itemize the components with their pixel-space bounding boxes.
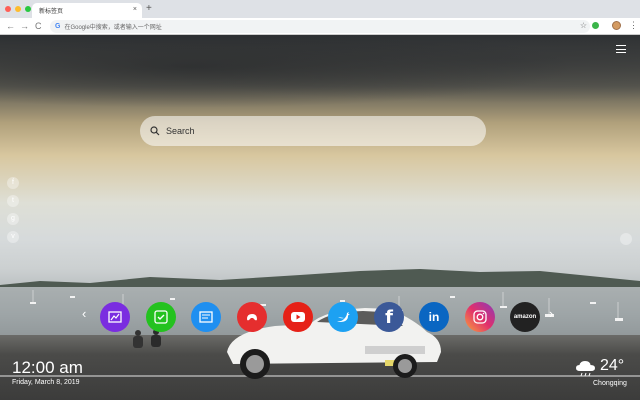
back-button[interactable]: ← <box>6 20 15 32</box>
browser-menu-icon[interactable]: ⋮ <box>629 19 638 31</box>
weather-city: Chongqing <box>593 380 627 387</box>
window-controls <box>5 6 31 12</box>
twitter-icon[interactable]: t <box>7 195 19 207</box>
vk-icon[interactable]: v <box>7 231 19 243</box>
water-drop-icon[interactable] <box>620 233 632 245</box>
cloud-rain-icon <box>576 361 595 377</box>
extension-icon[interactable] <box>592 22 599 29</box>
browser-toolbar: ← → C G 在Google中搜索，或者输入一个网址 ☆ <box>0 18 640 35</box>
prev-arrow-icon[interactable]: ‹ <box>82 307 86 321</box>
hamburger-menu-icon[interactable] <box>616 45 626 53</box>
tab-close-icon[interactable]: × <box>133 6 137 14</box>
twitter-app-icon[interactable] <box>328 302 358 332</box>
new-tab-page <box>0 35 640 400</box>
forward-button[interactable]: → <box>20 20 29 32</box>
search-input[interactable] <box>166 126 466 136</box>
check-app-icon[interactable] <box>146 302 176 332</box>
profile-avatar[interactable] <box>612 21 621 30</box>
address-bar[interactable]: G 在Google中搜索，或者输入一个网址 ☆ <box>50 20 590 33</box>
new-tab-button[interactable]: + <box>146 4 152 14</box>
minimize-window-button[interactable] <box>15 6 21 12</box>
close-window-button[interactable] <box>5 6 11 12</box>
amazon-app-icon[interactable]: amazon <box>510 302 540 332</box>
tab-strip: 新标签页 × + <box>0 0 640 18</box>
google-icon: G <box>55 23 61 30</box>
maximize-window-button[interactable] <box>25 6 31 12</box>
active-tab[interactable]: 新标签页 × <box>32 3 142 18</box>
address-placeholder: 在Google中搜索，或者输入一个网址 <box>64 25 162 31</box>
search-icon <box>150 126 160 136</box>
google-icon[interactable]: g <box>7 213 19 225</box>
clock-date: Friday, March 8, 2019 <box>12 379 80 386</box>
reload-button[interactable]: C <box>35 20 42 32</box>
person-silhouette <box>133 330 143 348</box>
youtube-app-icon[interactable] <box>283 302 313 332</box>
notes-app-icon[interactable] <box>191 302 221 332</box>
facebook-icon[interactable]: f <box>7 177 19 189</box>
clock-time: 12:00 am <box>12 358 83 377</box>
next-arrow-icon[interactable]: › <box>549 307 553 321</box>
tab-title: 新标签页 <box>39 9 64 15</box>
weather-temperature: 24° <box>600 357 625 374</box>
wallpaper-app-icon[interactable] <box>100 302 130 332</box>
games-app-icon[interactable] <box>237 302 267 332</box>
linkedin-app-icon[interactable]: in <box>419 302 449 332</box>
search-bar[interactable] <box>140 116 486 146</box>
instagram-app-icon[interactable] <box>465 302 495 332</box>
bookmark-star-icon[interactable]: ☆ <box>580 21 587 30</box>
background-clouds <box>0 35 640 115</box>
facebook-app-icon[interactable]: f <box>374 302 404 332</box>
